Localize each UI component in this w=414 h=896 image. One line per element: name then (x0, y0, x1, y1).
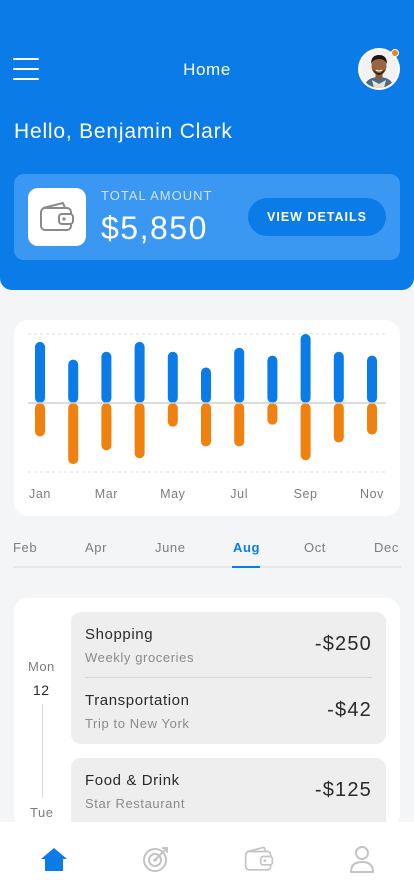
transaction-item[interactable]: Food & Drink Star Restaurant -$125 (71, 758, 386, 824)
spending-chart: Jan Mar May Jul Sep Nov (14, 320, 400, 516)
total-amount-value: $5,850 (101, 210, 208, 246)
notification-dot (391, 49, 399, 57)
day-weekday: Tue (30, 805, 54, 820)
income-bar (167, 351, 178, 403)
x-tick-label: Jan (29, 487, 51, 501)
transaction-amount: -$42 (327, 699, 372, 721)
income-bar (101, 351, 112, 403)
nav-wallet[interactable] (244, 844, 274, 874)
month-tab[interactable]: June (155, 540, 186, 555)
avatar[interactable] (358, 48, 400, 90)
x-tick-label: Jul (230, 487, 248, 501)
income-bar (35, 341, 45, 403)
greeting: Hello, Benjamin Clark (14, 120, 233, 143)
transaction-amount: -$250 (314, 633, 372, 655)
income-bar (68, 359, 79, 403)
wallet-tile (28, 188, 86, 246)
view-details-button[interactable]: VIEW DETAILS (248, 198, 386, 236)
income-bar (201, 367, 211, 403)
transaction-amount: -$125 (314, 779, 372, 801)
transaction-detail: Trip to New York (85, 716, 190, 731)
transaction-name: Food & Drink (85, 772, 180, 789)
bar-chart: Jan Mar May Jul Sep Nov (28, 333, 386, 501)
transaction-group: Shopping Weekly groceries -$250 Transpor… (71, 612, 386, 744)
transaction-item[interactable]: Shopping Weekly groceries -$250 (71, 612, 386, 678)
nav-home[interactable] (39, 844, 69, 874)
transaction-detail: Star Restaurant (85, 796, 186, 811)
income-bar (333, 351, 344, 403)
header: Home Hello, Benjamin Clark TOTAL AMOUNT … (0, 0, 414, 290)
transaction-group: Food & Drink Star Restaurant -$125 (71, 758, 386, 828)
nav-goals[interactable] (141, 844, 171, 874)
expense-bar (267, 403, 278, 425)
profile-icon (350, 846, 374, 873)
transaction-name: Transportation (85, 692, 190, 709)
home-icon (41, 848, 67, 871)
month-tab[interactable]: Oct (304, 540, 326, 555)
page-title: Home (183, 60, 231, 79)
day-date: 12 (33, 682, 50, 698)
income-bar (234, 347, 245, 403)
expense-bar (234, 403, 245, 447)
wallet-icon (40, 202, 74, 231)
expense-bar (68, 403, 79, 465)
x-tick-label: Sep (294, 487, 318, 501)
wallet-icon (244, 846, 274, 871)
income-bar (367, 355, 377, 403)
expense-bar (101, 403, 112, 451)
expense-bar (333, 403, 344, 443)
month-tab[interactable]: Feb (13, 540, 37, 555)
month-tab[interactable]: Apr (85, 540, 107, 555)
expense-bar (35, 403, 45, 437)
x-tick-label: May (160, 487, 186, 501)
expense-bar (134, 403, 145, 459)
total-amount-card: TOTAL AMOUNT $5,850 VIEW DETAILS (14, 174, 400, 260)
target-icon (143, 847, 168, 872)
expense-bar (201, 403, 211, 447)
transaction-item[interactable]: Transportation Trip to New York -$42 (71, 678, 386, 744)
timeline-line (42, 704, 43, 798)
bottom-nav (0, 822, 414, 896)
transaction-detail: Weekly groceries (85, 650, 195, 665)
nav-profile[interactable] (347, 844, 377, 874)
transaction-name: Shopping (85, 626, 154, 643)
income-bar (300, 334, 311, 403)
expense-bar (167, 403, 178, 427)
month-tab[interactable]: Aug (233, 540, 260, 555)
transactions-panel: Mon 12 Tue Shopping Weekly groceries -$2… (14, 598, 400, 828)
expense-bar (367, 403, 377, 435)
income-bar (267, 355, 278, 403)
month-tab[interactable]: Dec (374, 540, 399, 555)
month-tabs-track (13, 566, 401, 568)
x-tick-label: Mar (95, 487, 118, 501)
income-bar (134, 341, 145, 403)
total-amount-label: TOTAL AMOUNT (101, 188, 213, 203)
day-weekday: Mon (28, 659, 55, 674)
active-month-indicator (232, 566, 260, 568)
x-tick-label: Nov (360, 487, 384, 501)
expense-bar (300, 403, 311, 461)
